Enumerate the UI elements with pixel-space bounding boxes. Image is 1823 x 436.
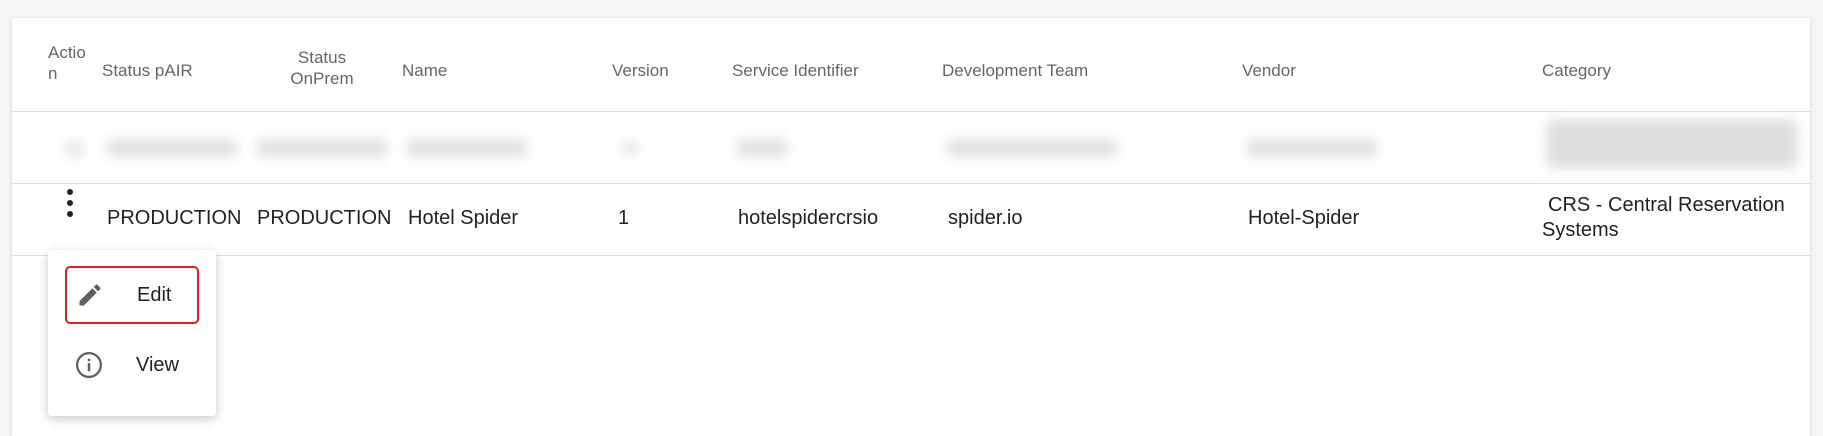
cell-vendor: Hotel-Spider <box>1248 207 1360 229</box>
category-line2: Systems <box>1542 219 1619 241</box>
cell-version: 1 <box>618 207 630 229</box>
column-header-status-pair[interactable]: Status pAIR <box>102 60 193 81</box>
column-header-service-identifier[interactable]: Service Identifier <box>732 60 859 81</box>
category-line1: CRS - Central Reservation <box>1548 194 1785 216</box>
menu-item-edit[interactable]: Edit <box>65 266 199 324</box>
redacted-cell <box>1547 120 1797 168</box>
cell-category: CRS - Central Reservation Systems <box>1542 193 1785 243</box>
status-onprem-line2: OnPrem <box>290 69 354 88</box>
info-icon <box>72 348 106 382</box>
redacted-cell <box>622 142 638 154</box>
table-header-row: Actio n Status pAIR Status OnPrem Name V… <box>12 18 1810 112</box>
pencil-icon <box>73 278 107 312</box>
services-table-card: Actio n Status pAIR Status OnPrem Name V… <box>12 18 1810 436</box>
redacted-cell <box>67 142 83 156</box>
cell-service-identifier: hotelspidercrsio <box>738 207 879 229</box>
menu-item-view[interactable]: View <box>66 338 196 392</box>
column-header-development-team[interactable]: Development Team <box>942 60 1088 81</box>
redacted-cell <box>1247 140 1377 156</box>
table-row[interactable]: PRODUCTION PRODUCTION Hotel Spider 1 hot… <box>12 184 1810 256</box>
column-header-name[interactable]: Name <box>402 60 447 81</box>
redacted-cell <box>257 140 387 156</box>
cell-name: Hotel Spider <box>408 207 519 229</box>
redacted-cell <box>737 140 787 156</box>
column-header-action: Actio n <box>48 42 90 84</box>
column-header-version[interactable]: Version <box>612 60 669 81</box>
column-header-vendor[interactable]: Vendor <box>1242 60 1296 81</box>
menu-item-label: View <box>136 353 179 376</box>
redacted-cell <box>107 140 237 156</box>
status-onprem-line1: Status <box>297 48 347 67</box>
redacted-cell <box>947 140 1117 156</box>
redacted-table-row <box>12 112 1810 184</box>
cell-development-team: spider.io <box>948 207 1023 229</box>
menu-item-label: Edit <box>137 283 172 306</box>
column-header-status-onprem[interactable]: Status OnPrem <box>277 47 367 89</box>
cell-status-onprem: PRODUCTION <box>257 207 392 229</box>
column-header-category[interactable]: Category <box>1542 60 1611 81</box>
action-header-label: Actio n <box>48 43 86 83</box>
cell-status-pair: PRODUCTION <box>107 207 242 229</box>
row-actions-kebab-icon[interactable] <box>59 189 81 219</box>
redacted-cell <box>407 140 527 156</box>
row-actions-menu: Edit View <box>48 250 216 416</box>
